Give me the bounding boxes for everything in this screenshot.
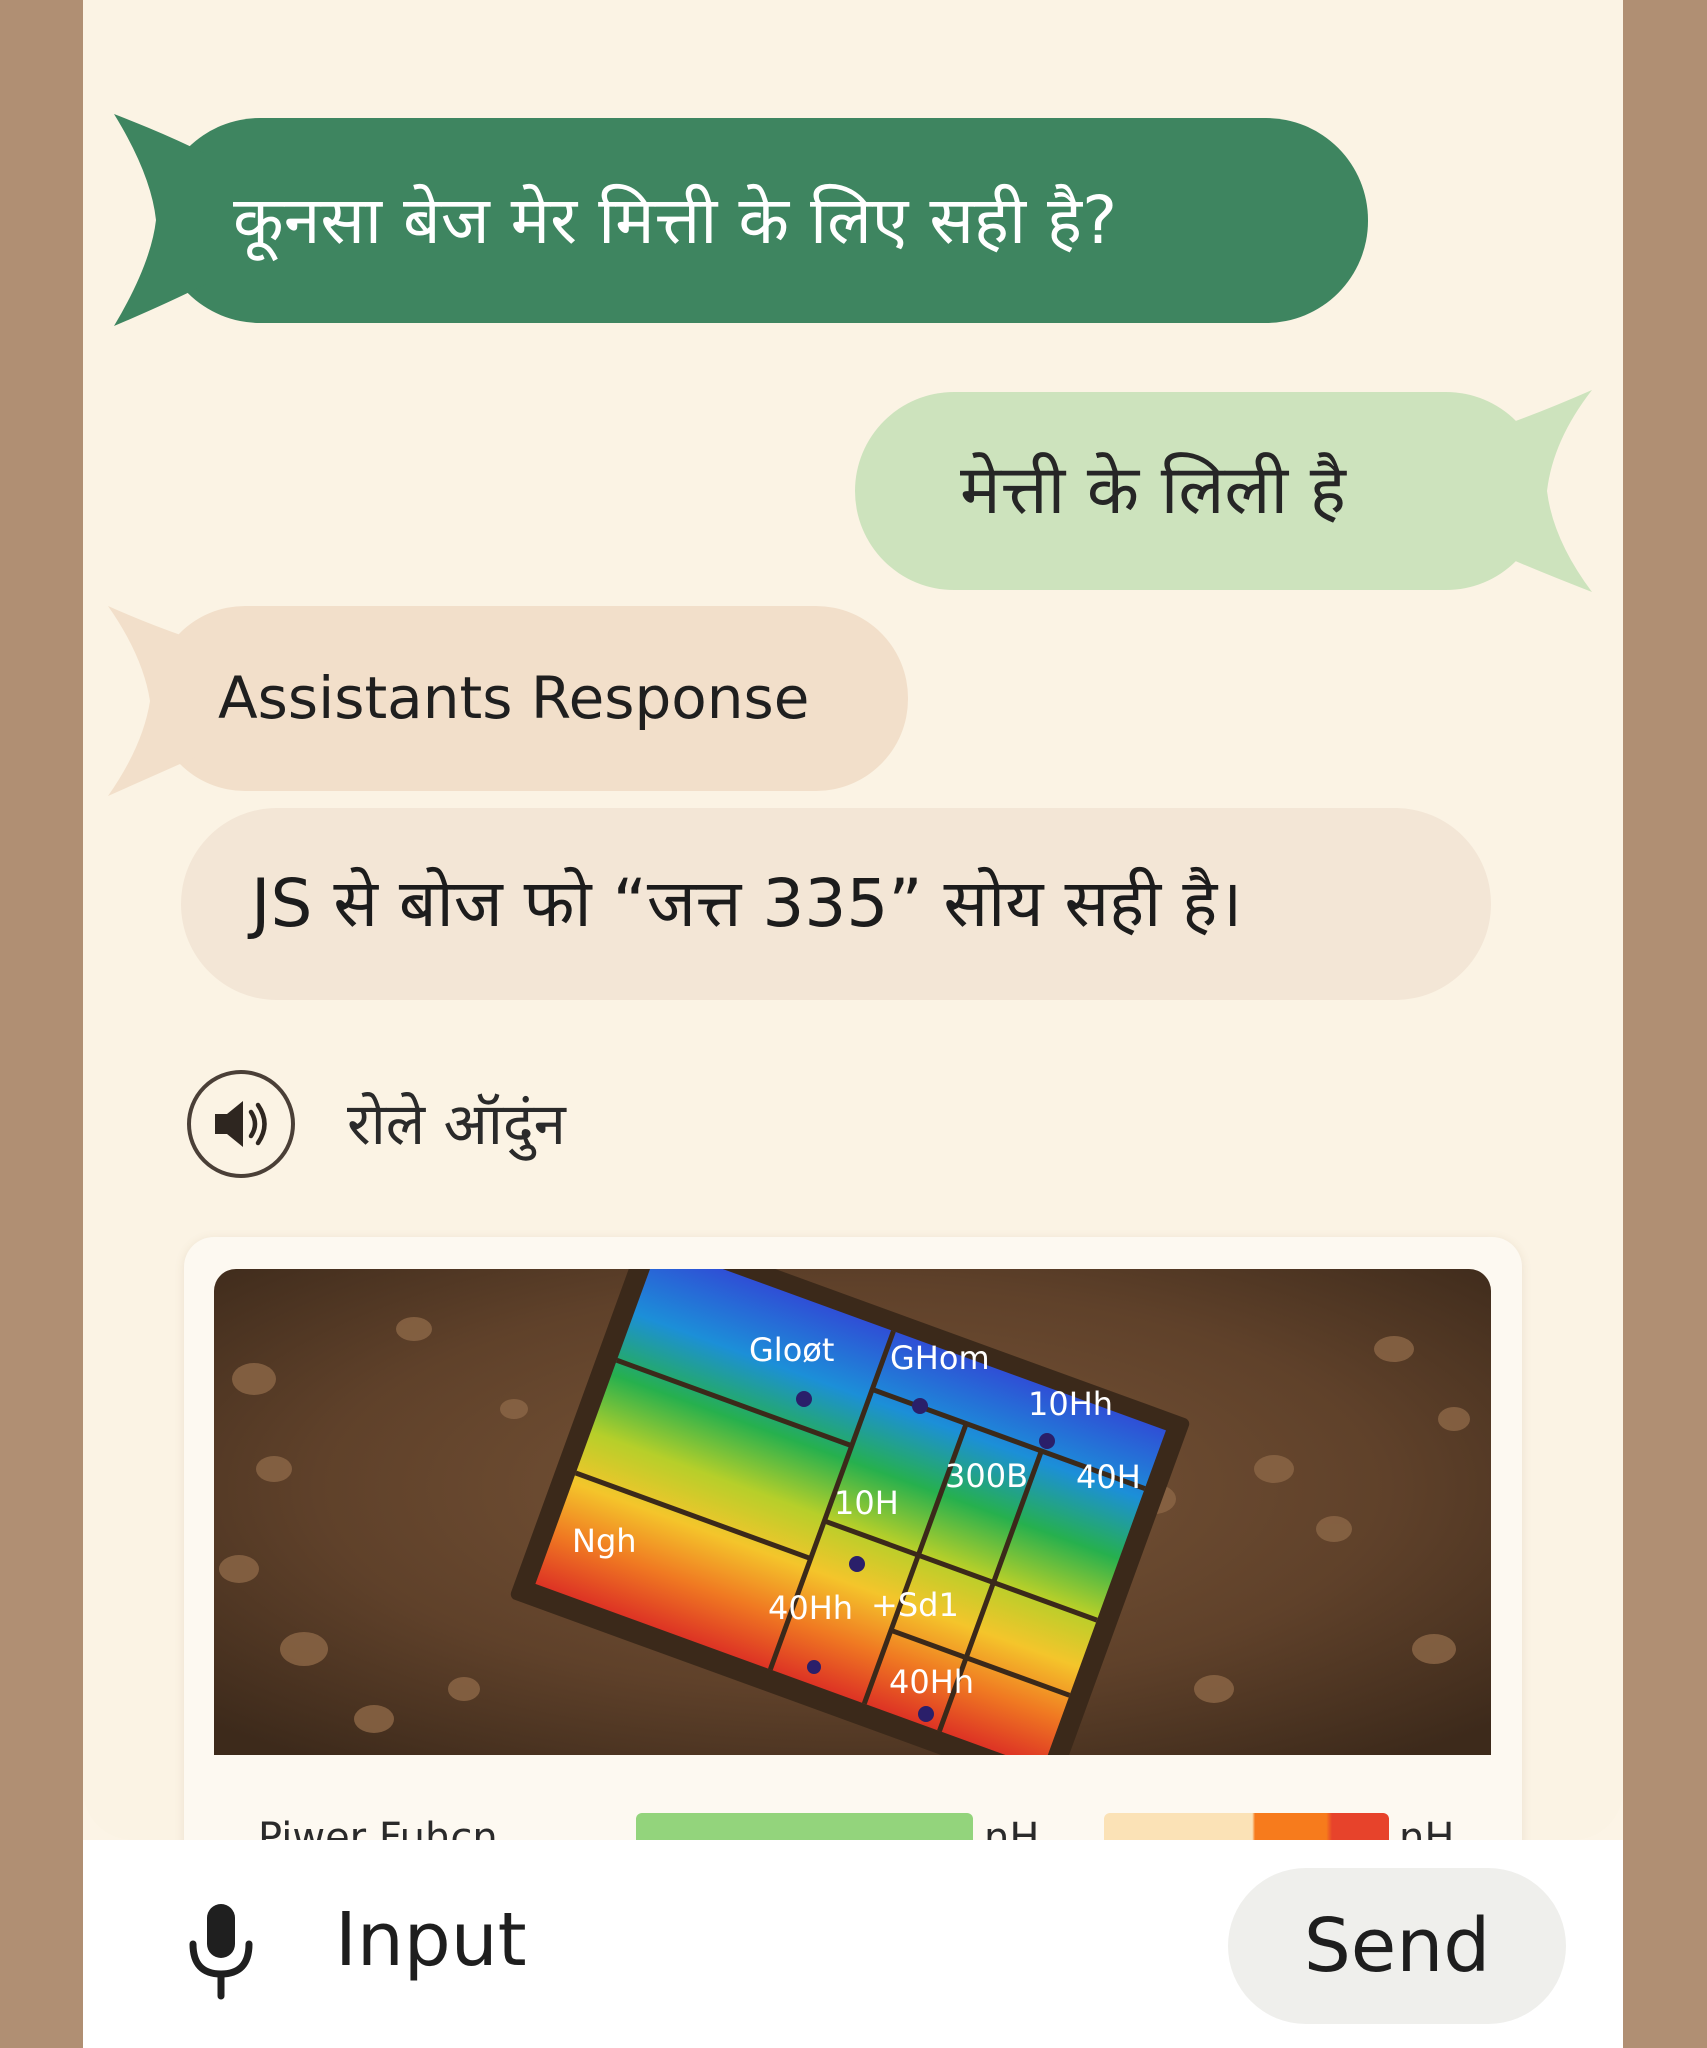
message-text: मेत्ती के लिली है [960,451,1346,530]
legend-unit: nH [1399,1815,1455,1840]
assistant-header-text: Assistants Response [218,664,810,732]
map-label: Ngh [572,1522,637,1560]
speaker-button[interactable] [187,1070,295,1178]
microphone-icon[interactable] [181,1902,261,2002]
chat-area: कूनसा बेज मेर मित्ती के लिए सही है? मेत्… [83,0,1623,1840]
message-text: JS से बोज फो “जत्त 335” सोय सही है। [251,865,1243,942]
audio-label: रोले ऑदुंन [347,1090,566,1158]
map-label: +Sd1 [871,1586,959,1624]
soil-ph-map-image: Gloøt GHom 10Hh 300B 40H 10H Ngh 40Hh +S… [214,1269,1491,1755]
map-label: 40H [1076,1458,1141,1496]
legend-unit: nH [984,1815,1040,1840]
soil-analysis-card: Gloøt GHom 10Hh 300B 40H 10H Ngh 40Hh +S… [184,1237,1522,1840]
map-label: 40Hh [889,1663,974,1701]
bubble-tail [114,114,206,326]
map-label: GHom [890,1339,990,1377]
assistant-header-bubble: Assistants Response [108,606,908,796]
phone-screen: कूनसा बेज मेर मित्ती के लिए सही है? मेत्… [83,0,1623,2048]
legend-label: Piwer Fuhcn [258,1815,498,1840]
user-message-bubble: कूनसा बेज मेर मित्ती के लिए सही है? [114,114,1368,326]
map-label: 10Hh [1028,1385,1113,1423]
assistant-answer-bubble: JS से बोज फो “जत्त 335” सोय सही है। [181,808,1491,1000]
map-label: 10H [834,1484,899,1522]
input-placeholder: Input [335,1897,527,1983]
bubble-tail [1490,390,1592,592]
bubble-tail [108,606,198,796]
message-input-bar: Input Send [83,1840,1623,2048]
legend-green-bar [636,1813,973,1840]
message-text: कूनसा बेज मेर मित्ती के लिए सही है? [233,182,1118,259]
message-input[interactable]: Input [335,1880,935,2000]
send-button[interactable]: Send [1228,1868,1566,2024]
legend-gradient-bar [1104,1813,1389,1840]
reply-message-bubble: मेत्ती के लिली है [855,390,1592,592]
map-label: 40Hh [768,1589,853,1627]
speaker-icon [215,1101,267,1147]
map-label: Gloøt [749,1331,834,1369]
ph-legend: Piwer Fuhcn nH nH [184,1807,1522,1840]
map-label: 300B [945,1457,1028,1495]
